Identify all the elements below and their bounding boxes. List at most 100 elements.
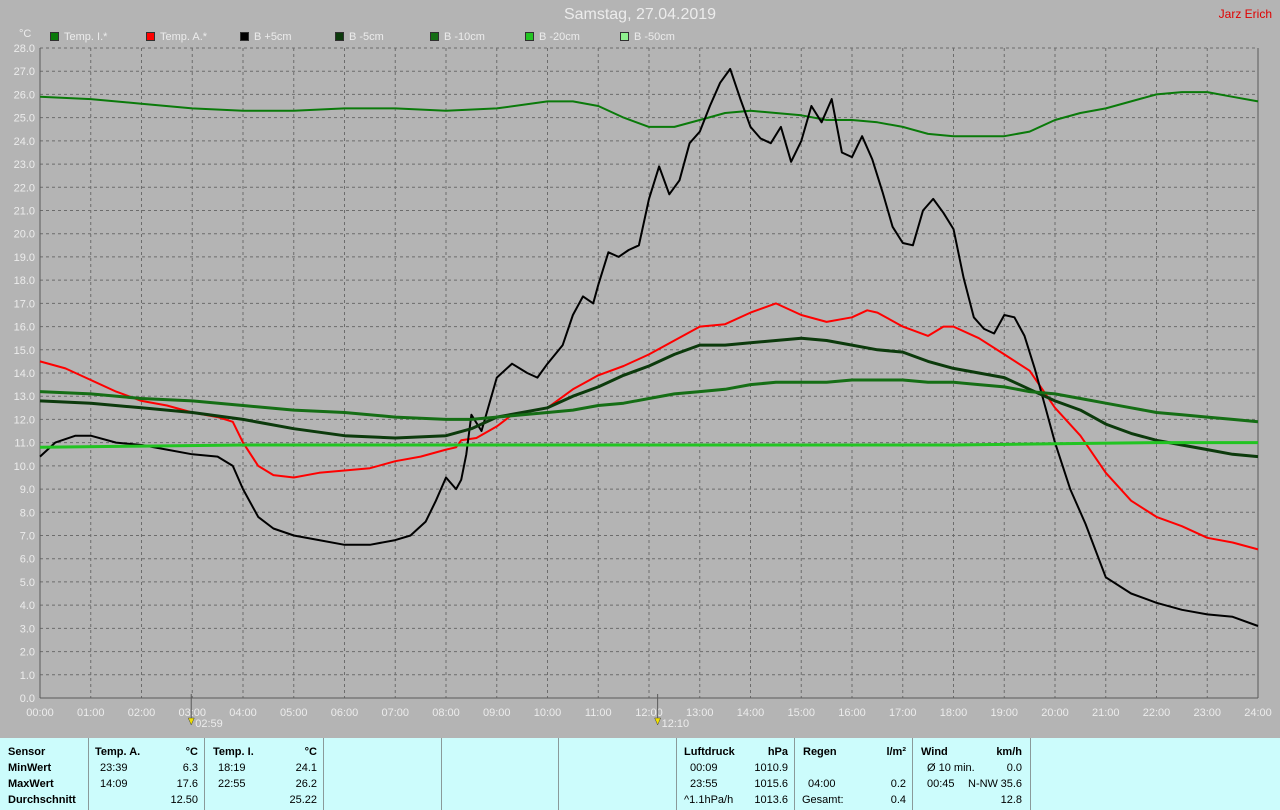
temp-a-min-val: 6.3 xyxy=(182,762,198,774)
y-tick-label: 12.0 xyxy=(14,414,35,426)
temp-a-unit: °C xyxy=(185,746,198,758)
regen-total: 0.4 xyxy=(890,794,906,806)
y-tick-label: 2.0 xyxy=(20,647,35,659)
temp-i-max-time: 22:55 xyxy=(218,778,246,790)
temp-a-avg: 12.50 xyxy=(170,794,198,806)
x-tick-label: 15:00 xyxy=(787,707,815,719)
legend-swatch xyxy=(146,32,155,41)
x-tick-label: 12:00 xyxy=(635,707,663,719)
temp-a-min-time: 23:39 xyxy=(100,762,128,774)
x-tick-label: 09:00 xyxy=(483,707,511,719)
regen-total-label: Gesamt: xyxy=(802,794,844,806)
stats-col-sensor: Sensor MinWert MaxWert Durchschnitt xyxy=(0,738,89,810)
y-tick-label: 8.0 xyxy=(20,507,35,519)
stats-col-luftdruck: Luftdruck hPa 00:09 1010.9 23:55 1015.6 … xyxy=(677,738,795,810)
stats-panel: Sensor MinWert MaxWert Durchschnitt Temp… xyxy=(0,738,1280,810)
x-tick-label: 02:00 xyxy=(128,707,156,719)
y-tick-label: 1.0 xyxy=(20,670,35,682)
y-tick-label: 18.0 xyxy=(14,275,35,287)
stats-col-wind: Wind km/h Ø 10 min. 0.0 00:45 N-NW 35.6 … xyxy=(913,738,1031,810)
legend-item-b-plus5[interactable]: B +5cm xyxy=(240,31,292,43)
y-tick-label: 10.0 xyxy=(14,461,35,473)
marker-icon xyxy=(654,717,662,726)
legend-swatch xyxy=(525,32,534,41)
y-tick-label: 11.0 xyxy=(14,438,35,450)
x-tick-label: 10:00 xyxy=(534,707,562,719)
x-tick-label: 20:00 xyxy=(1041,707,1069,719)
wind-header: Wind xyxy=(921,746,948,758)
stats-avg-label: Durchschnitt xyxy=(8,794,76,806)
legend-label: B -5cm xyxy=(349,31,384,43)
y-tick-label: 27.0 xyxy=(14,66,35,78)
legend-label: B +5cm xyxy=(254,31,292,43)
author-label: Jarz Erich xyxy=(1218,7,1272,21)
temp-a-max-time: 14:09 xyxy=(100,778,128,790)
legend-item-b-minus10[interactable]: B -10cm xyxy=(430,31,485,43)
wind-gust-dir: N-NW xyxy=(968,778,998,790)
temp-i-max-val: 26.2 xyxy=(295,778,317,790)
x-tick-label: 22:00 xyxy=(1143,707,1171,719)
y-tick-label: 23.0 xyxy=(14,159,35,171)
y-tick-label: 26.0 xyxy=(14,89,35,101)
legend-item-b-minus50[interactable]: B -50cm xyxy=(620,31,675,43)
x-tick-label: 13:00 xyxy=(686,707,714,719)
temp-a-header: Temp. A. xyxy=(95,746,141,758)
temperature-chart: 0.0 1.0 2.0 3.0 4.0 5.0 6.0 7.0 8.0 9.0 10.0 11.0 12… xyxy=(14,43,1272,730)
legend-item-b-minus5[interactable]: B -5cm xyxy=(335,31,384,43)
legend-label: Temp. A.* xyxy=(160,31,208,43)
x-tick-label: 11:00 xyxy=(585,707,612,719)
wind-gust-time: 00:45 xyxy=(927,778,955,790)
x-tick-label: 24:00 xyxy=(1244,707,1272,719)
regen-time: 04:00 xyxy=(808,778,836,790)
x-tick-label: 04:00 xyxy=(229,707,257,719)
luftdruck-trend: ^1.1hPa/h xyxy=(684,794,734,806)
x-tick-label: 00:00 xyxy=(26,707,54,719)
temp-i-min-time: 18:19 xyxy=(218,762,246,774)
luftdruck-min-time: 00:09 xyxy=(690,762,718,774)
x-tick-label: 21:00 xyxy=(1092,707,1120,719)
wind-avg-label: Ø 10 min. xyxy=(927,762,975,774)
y-tick-label: 20.0 xyxy=(14,229,35,241)
x-tick-label: 19:00 xyxy=(990,707,1018,719)
y-tick-label: 4.0 xyxy=(20,600,35,612)
regen-unit: l/m² xyxy=(886,746,906,758)
x-tick-label: 01:00 xyxy=(77,707,105,719)
legend-swatch xyxy=(50,32,59,41)
y-tick-label: 16.0 xyxy=(14,322,35,334)
y-tick-label: 15.0 xyxy=(14,345,35,357)
legend-label: B -20cm xyxy=(539,31,580,43)
marker-label: 12:10 xyxy=(662,718,690,730)
legend-item-b-minus20[interactable]: B -20cm xyxy=(525,31,580,43)
stats-col-temp-i: Temp. I. °C 18:19 24.1 22:55 26.2 25.22 xyxy=(205,738,324,810)
marker-icon xyxy=(187,717,195,726)
legend-item-temp-a[interactable]: Temp. A.* xyxy=(146,31,207,43)
y-tick-label: 28.0 xyxy=(14,43,35,55)
luftdruck-current: 1013.6 xyxy=(754,794,788,806)
regen-header: Regen xyxy=(803,746,837,758)
y-tick-label: 3.0 xyxy=(20,623,35,635)
x-tick-label: 06:00 xyxy=(331,707,359,719)
wind-day-avg: 12.8 xyxy=(1000,794,1022,806)
y-tick-label: 5.0 xyxy=(20,577,35,589)
y-tick-label: 17.0 xyxy=(14,298,35,310)
legend-swatch xyxy=(335,32,344,41)
y-tick-label: 21.0 xyxy=(14,206,35,218)
temp-i-min-val: 24.1 xyxy=(295,762,317,774)
legend-item-temp-i[interactable]: Temp. I.* xyxy=(50,31,107,43)
legend-label: Temp. I.* xyxy=(64,31,108,43)
temp-i-avg: 25.22 xyxy=(289,794,317,806)
x-tick-label: 18:00 xyxy=(940,707,968,719)
luftdruck-max-time: 23:55 xyxy=(690,778,718,790)
wind-unit: km/h xyxy=(996,746,1022,758)
legend-label: B -50cm xyxy=(634,31,675,43)
marker-label: 02:59 xyxy=(195,718,223,730)
y-tick-label: 9.0 xyxy=(20,484,35,496)
y-tick-label: 14.0 xyxy=(14,368,35,380)
legend-swatch xyxy=(430,32,439,41)
temp-a-max-val: 17.6 xyxy=(176,778,198,790)
y-tick-label: 6.0 xyxy=(20,554,35,566)
stats-max-label: MaxWert xyxy=(8,778,54,790)
temp-i-header: Temp. I. xyxy=(213,746,254,758)
luftdruck-min-val: 1010.9 xyxy=(754,762,788,774)
stats-col-regen: Regen l/m² 04:00 0.2 Gesamt: 0.4 xyxy=(795,738,913,810)
